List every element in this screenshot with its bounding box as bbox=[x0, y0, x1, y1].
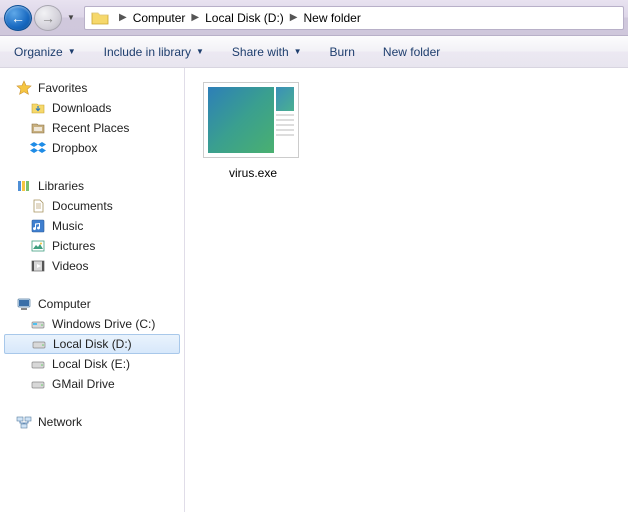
sidebar-item-label: Music bbox=[52, 219, 83, 233]
organize-button[interactable]: Organize ▼ bbox=[14, 45, 76, 59]
videos-icon bbox=[30, 258, 46, 274]
sidebar-item-label: Dropbox bbox=[52, 141, 97, 155]
sidebar-item-downloads[interactable]: Downloads bbox=[0, 98, 184, 118]
sidebar-item-label: Pictures bbox=[52, 239, 95, 253]
breadcrumb-item[interactable]: Computer bbox=[133, 11, 186, 25]
documents-icon bbox=[30, 198, 46, 214]
network-label: Network bbox=[38, 415, 82, 429]
computer-group: Computer Windows Drive (C:) Local Disk (… bbox=[0, 294, 184, 394]
burn-button[interactable]: Burn bbox=[330, 45, 355, 59]
sidebar-item-music[interactable]: Music bbox=[0, 216, 184, 236]
chevron-down-icon: ▼ bbox=[294, 47, 302, 56]
file-thumbnail bbox=[203, 82, 299, 158]
history-dropdown[interactable]: ▼ bbox=[64, 8, 78, 28]
file-name: virus.exe bbox=[203, 166, 303, 180]
music-icon bbox=[30, 218, 46, 234]
drive-icon bbox=[30, 376, 46, 392]
chevron-down-icon: ▼ bbox=[67, 13, 75, 22]
share-label: Share with bbox=[232, 45, 289, 59]
favorites-header[interactable]: Favorites bbox=[0, 78, 184, 98]
file-item[interactable]: virus.exe bbox=[203, 82, 303, 180]
pictures-icon bbox=[30, 238, 46, 254]
breadcrumb-item[interactable]: New folder bbox=[303, 11, 360, 25]
chevron-down-icon: ▼ bbox=[196, 47, 204, 56]
sidebar-item-label: Videos bbox=[52, 259, 88, 273]
share-with-button[interactable]: Share with ▼ bbox=[232, 45, 302, 59]
favorites-group: Favorites Downloads Recent Places Dropbo… bbox=[0, 78, 184, 158]
sidebar-item-label: GMail Drive bbox=[52, 377, 115, 391]
dropbox-icon bbox=[30, 140, 46, 156]
network-header[interactable]: Network bbox=[0, 412, 184, 432]
sidebar-item-label: Local Disk (E:) bbox=[52, 357, 130, 371]
computer-label: Computer bbox=[38, 297, 91, 311]
sidebar-item-gmail-drive[interactable]: GMail Drive bbox=[0, 374, 184, 394]
drive-icon bbox=[30, 356, 46, 372]
sidebar-item-pictures[interactable]: Pictures bbox=[0, 236, 184, 256]
sidebar-item-drive-e[interactable]: Local Disk (E:) bbox=[0, 354, 184, 374]
toolbar: Organize ▼ Include in library ▼ Share wi… bbox=[0, 36, 628, 68]
organize-label: Organize bbox=[14, 45, 63, 59]
content-pane[interactable]: virus.exe bbox=[185, 68, 628, 512]
libraries-group: Libraries Documents Music Pictures bbox=[0, 176, 184, 276]
sidebar-item-videos[interactable]: Videos bbox=[0, 256, 184, 276]
sidebar-item-dropbox[interactable]: Dropbox bbox=[0, 138, 184, 158]
libraries-icon bbox=[16, 178, 32, 194]
navigation-bar: ← → ▼ ▶ Computer ▶ Local Disk (D:) ▶ New… bbox=[0, 0, 628, 36]
sidebar: Favorites Downloads Recent Places Dropbo… bbox=[0, 68, 185, 512]
forward-button[interactable]: → bbox=[34, 5, 62, 31]
include-label: Include in library bbox=[104, 45, 191, 59]
sidebar-item-drive-d[interactable]: Local Disk (D:) bbox=[4, 334, 180, 354]
back-button[interactable]: ← bbox=[4, 5, 32, 31]
sidebar-item-label: Windows Drive (C:) bbox=[52, 317, 155, 331]
new-folder-button[interactable]: New folder bbox=[383, 45, 440, 59]
favorites-label: Favorites bbox=[38, 81, 87, 95]
arrow-left-icon: ← bbox=[11, 10, 25, 26]
star-icon bbox=[16, 80, 32, 96]
arrow-right-icon: → bbox=[41, 10, 55, 26]
drive-icon bbox=[31, 336, 47, 352]
chevron-right-icon: ▶ bbox=[290, 12, 298, 23]
sidebar-item-recent-places[interactable]: Recent Places bbox=[0, 118, 184, 138]
chevron-down-icon: ▼ bbox=[68, 47, 76, 56]
folder-icon bbox=[91, 10, 109, 26]
main-area: Favorites Downloads Recent Places Dropbo… bbox=[0, 68, 628, 512]
sidebar-item-label: Recent Places bbox=[52, 121, 129, 135]
new-folder-label: New folder bbox=[383, 45, 440, 59]
breadcrumb-item[interactable]: Local Disk (D:) bbox=[205, 11, 284, 25]
address-bar[interactable]: ▶ Computer ▶ Local Disk (D:) ▶ New folde… bbox=[84, 6, 624, 30]
drive-icon bbox=[30, 316, 46, 332]
recent-places-icon bbox=[30, 120, 46, 136]
chevron-right-icon: ▶ bbox=[119, 12, 127, 23]
network-group: Network bbox=[0, 412, 184, 432]
burn-label: Burn bbox=[330, 45, 355, 59]
chevron-right-icon: ▶ bbox=[191, 12, 199, 23]
sidebar-item-label: Local Disk (D:) bbox=[53, 337, 132, 351]
sidebar-item-label: Downloads bbox=[52, 101, 111, 115]
sidebar-item-documents[interactable]: Documents bbox=[0, 196, 184, 216]
download-icon bbox=[30, 100, 46, 116]
sidebar-item-label: Documents bbox=[52, 199, 113, 213]
network-icon bbox=[16, 414, 32, 430]
computer-header[interactable]: Computer bbox=[0, 294, 184, 314]
computer-icon bbox=[16, 296, 32, 312]
libraries-header[interactable]: Libraries bbox=[0, 176, 184, 196]
libraries-label: Libraries bbox=[38, 179, 84, 193]
sidebar-item-drive-c[interactable]: Windows Drive (C:) bbox=[0, 314, 184, 334]
include-in-library-button[interactable]: Include in library ▼ bbox=[104, 45, 204, 59]
